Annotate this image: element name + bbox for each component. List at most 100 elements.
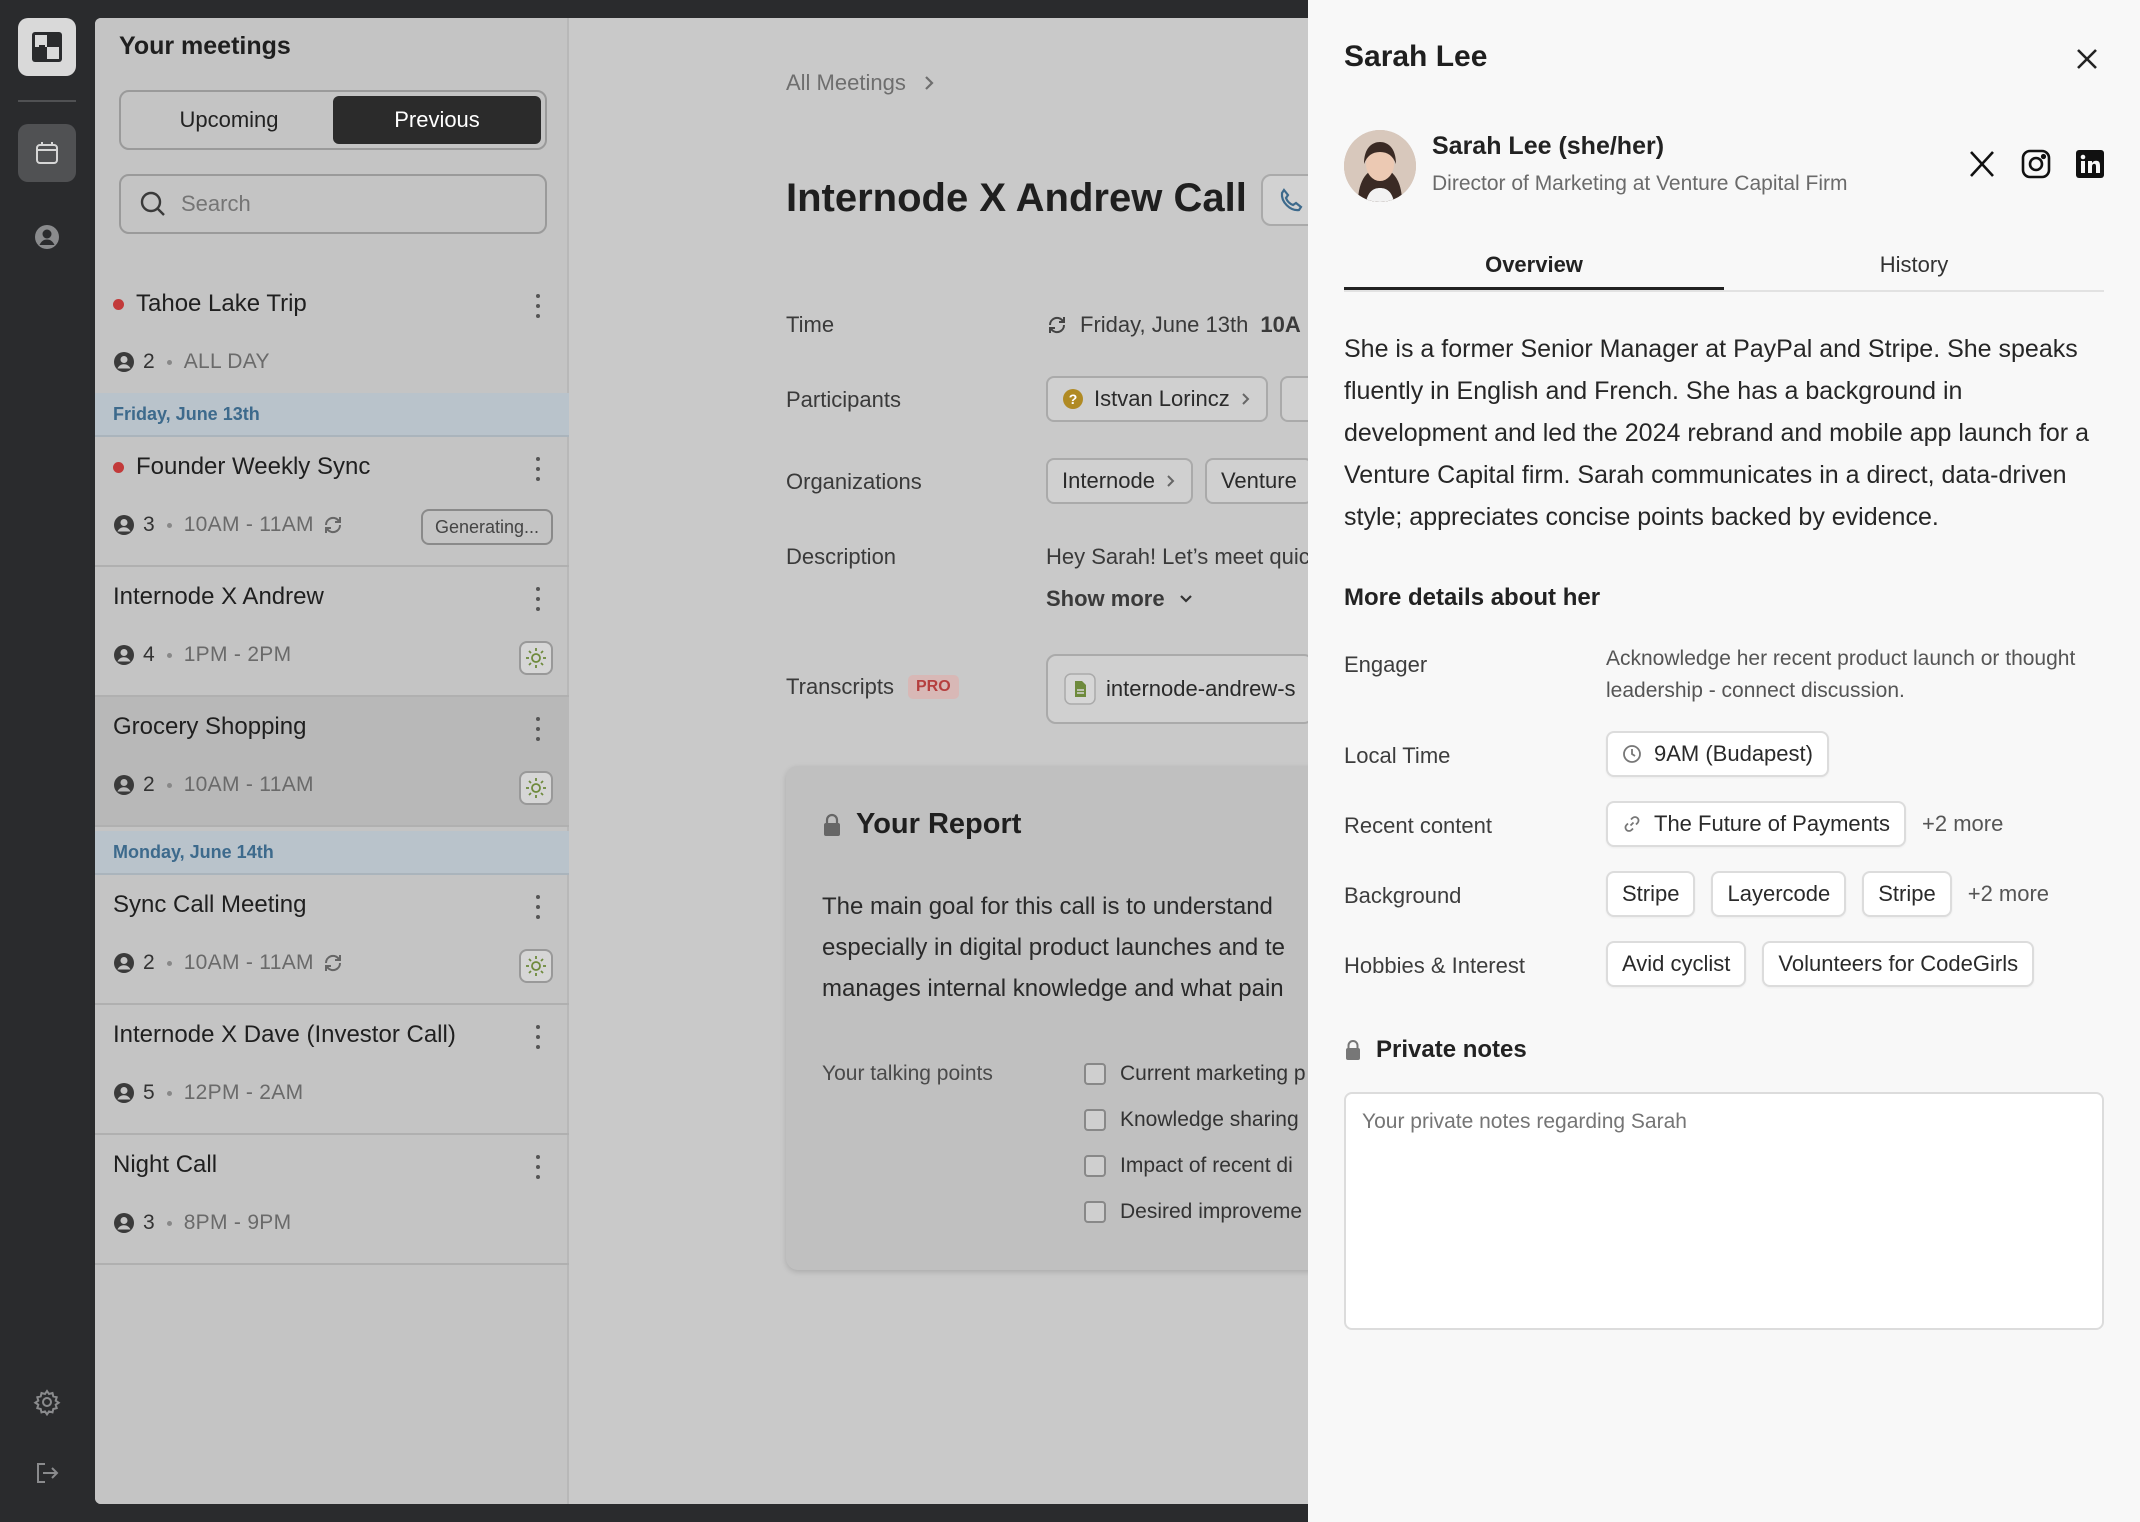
recurring-icon <box>324 954 341 972</box>
transcript-file-chip[interactable]: internode-andrew-s <box>1046 654 1310 724</box>
live-dot <box>113 461 124 473</box>
organization-chip[interactable]: Internode <box>1046 458 1193 504</box>
description-label: Description <box>786 544 897 569</box>
talking-point[interactable]: Impact of recent di <box>1084 1154 1293 1178</box>
talking-points-label: Your talking points <box>822 1062 993 1085</box>
chevron-right-icon <box>925 76 934 90</box>
pro-badge: PRO <box>907 675 959 699</box>
hobby-chip[interactable]: Volunteers for CodeGirls <box>1762 941 2035 987</box>
background-more[interactable]: +2 more <box>1968 881 2049 907</box>
background-label: Background <box>1344 883 1462 908</box>
talking-point-checkbox[interactable] <box>1084 1155 1106 1177</box>
background-chip[interactable]: Stripe <box>1606 871 1696 917</box>
talking-point-text: Knowledge sharing <box>1120 1108 1299 1131</box>
background-chip[interactable]: Stripe <box>1862 871 1952 917</box>
transcript-file[interactable]: internode-andrew-s <box>1046 654 1310 724</box>
organization-name: Venture <box>1220 468 1297 493</box>
organizations-label: Organizations <box>786 469 922 494</box>
organization-chip[interactable]: Venture <box>1204 458 1310 504</box>
meeting-item-internode-x-dave[interactable]: Internode X Dave (Investor Call) 5 12PM … <box>95 1005 569 1135</box>
background-chip[interactable]: Layercode <box>1711 871 1847 917</box>
more-options-icon[interactable] <box>535 895 541 919</box>
talking-point-checkbox[interactable] <box>1084 1201 1106 1223</box>
breadcrumb-all-meetings[interactable]: All Meetings <box>786 70 906 96</box>
time-date: Friday, June 13th <box>1080 312 1249 337</box>
upcoming-tab[interactable]: Upcoming <box>125 96 333 144</box>
time-value: Friday, June 13th 10A <box>1046 312 1301 338</box>
x-icon[interactable] <box>1966 148 1998 180</box>
linkedin-icon[interactable] <box>2074 148 2106 180</box>
call-button[interactable] <box>1261 174 1310 226</box>
talking-point[interactable]: Current marketing p <box>1084 1062 1306 1086</box>
ai-summary-icon[interactable] <box>519 771 553 805</box>
calendar-icon[interactable] <box>18 124 76 182</box>
meeting-item-sync-call-meeting[interactable]: Sync Call Meeting 2 10AM - 11AM <box>95 875 569 1005</box>
svg-text:?: ? <box>1069 391 1078 407</box>
meeting-time: ALL DAY <box>183 350 270 373</box>
tab-overview[interactable]: Overview <box>1344 246 1724 290</box>
recent-content-chip[interactable]: The Future of Payments <box>1606 801 1906 847</box>
app-logo-icon[interactable] <box>18 18 76 76</box>
talking-point[interactable]: Knowledge sharing <box>1084 1108 1299 1132</box>
user-icon[interactable] <box>18 208 76 266</box>
description-value: Hey Sarah! Let’s meet quic <box>1046 544 1310 569</box>
meeting-time: 10AM - 11AM <box>183 773 314 796</box>
background-value: Stripe Layercode Stripe +2 more <box>1606 871 2049 917</box>
meeting-title: Sync Call Meeting <box>113 891 307 918</box>
transcripts-label: Transcripts PRO <box>786 674 959 700</box>
lock-icon <box>1346 1040 1360 1060</box>
recent-content-more[interactable]: +2 more <box>1922 811 2003 837</box>
recent-content-label: Recent content <box>1344 813 1492 838</box>
meeting-item-founder-weekly-sync[interactable]: Founder Weekly Sync 3 10AM - 11AM Genera… <box>95 437 569 567</box>
hobby-chip[interactable]: Avid cyclist <box>1606 941 1747 987</box>
person-drawer: Sarah Lee Sarah Lee (she/her) Director o… <box>1308 0 2140 1522</box>
engager-value: Acknowledge her recent product launch or… <box>1606 647 2076 702</box>
participants-label: Participants <box>786 387 901 412</box>
ai-summary-icon[interactable] <box>519 949 553 983</box>
chevron-down-icon <box>1179 595 1192 603</box>
participant-chip[interactable]: ? Istvan Lorincz <box>1046 376 1268 422</box>
more-options-icon[interactable] <box>535 587 541 611</box>
recurring-icon <box>324 516 341 534</box>
previous-tab[interactable]: Previous <box>333 96 541 144</box>
meeting-item-tahoe-lake-trip[interactable]: Tahoe Lake Trip 2 ALL DAY <box>95 274 569 411</box>
time-hour: 10A <box>1260 312 1301 337</box>
settings-icon[interactable] <box>18 1373 76 1431</box>
instagram-icon[interactable] <box>2020 148 2052 180</box>
talking-point-text: Current marketing p <box>1120 1062 1306 1085</box>
ai-summary-icon[interactable] <box>519 641 553 675</box>
more-options-icon[interactable] <box>535 717 541 741</box>
more-options-icon[interactable] <box>535 1025 541 1049</box>
private-notes-input[interactable] <box>1344 1092 2104 1330</box>
attendee-count: 2 <box>143 951 155 974</box>
breadcrumb[interactable]: All Meetings <box>786 70 936 96</box>
logout-icon[interactable] <box>18 1444 76 1502</box>
organization-name: Internode <box>1062 468 1155 493</box>
meeting-item-grocery-shopping[interactable]: Grocery Shopping 2 10AM - 11AM <box>95 697 569 827</box>
app-frame: Your meetings Upcoming Previous Search T… <box>95 18 1310 1504</box>
more-options-icon[interactable] <box>535 1155 541 1179</box>
attendee-count: 2 <box>143 773 155 796</box>
search-icon <box>140 191 165 216</box>
talking-point-checkbox[interactable] <box>1084 1109 1106 1131</box>
tab-history[interactable]: History <box>1724 246 2104 290</box>
report-title: Your Report <box>856 808 1022 840</box>
participant-chip-more[interactable] <box>1279 376 1310 422</box>
more-options-icon[interactable] <box>535 457 541 481</box>
drawer-tabs: Overview History <box>1344 246 2104 292</box>
attendees-icon <box>114 953 134 973</box>
meeting-item-internode-x-andrew[interactable]: Internode X Andrew 4 1PM - 2PM <box>95 567 569 697</box>
drawer-title: Sarah Lee <box>1344 40 1488 73</box>
talking-point-checkbox[interactable] <box>1084 1063 1106 1085</box>
search-input[interactable]: Search <box>119 174 547 234</box>
more-options-icon[interactable] <box>535 294 541 318</box>
show-more-label: Show more <box>1046 586 1165 611</box>
meeting-item-night-call[interactable]: Night Call 3 8PM - 9PM <box>95 1135 569 1265</box>
recent-content-value: The Future of Payments +2 more <box>1606 801 2003 847</box>
participants-value: ? Istvan Lorincz <box>1046 376 1310 422</box>
link-icon <box>1624 816 1640 832</box>
close-icon[interactable] <box>2072 44 2102 74</box>
show-more-button[interactable]: Show more <box>1046 586 1195 612</box>
meeting-title: Internode X Andrew Call <box>786 176 1247 220</box>
talking-point[interactable]: Desired improveme <box>1084 1200 1302 1224</box>
